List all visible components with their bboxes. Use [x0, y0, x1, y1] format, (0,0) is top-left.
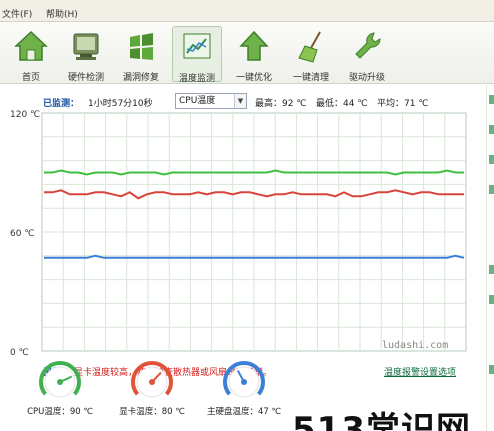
side-panel-edge: [486, 85, 494, 431]
toolbar-home-button[interactable]: 首页: [6, 26, 56, 83]
side-mark: [489, 365, 494, 374]
toolbar-home-label: 首页: [21, 73, 40, 83]
toolbar-temperature-label: 温度监测: [178, 74, 215, 84]
side-mark: [489, 295, 494, 304]
gauge-hub: [57, 379, 63, 385]
menu-help[interactable]: 帮助(H): [46, 7, 78, 20]
gpu-gauge-label: 显卡温度：80 ℃: [119, 407, 185, 417]
side-mark: [489, 95, 494, 104]
gpu-gauge: 显卡温度：80 ℃: [112, 357, 192, 417]
monitor-status-row: 已监测： 1小时57分10秒 CPU温度 ▼ 最高：92 ℃ 最低：44 ℃ 平…: [0, 85, 484, 109]
side-mark: [489, 155, 494, 164]
disk-gauge: 主硬盘温度：47 ℃: [204, 357, 284, 417]
watermark-site: ludashi.com: [382, 340, 449, 351]
windows-flag-icon: [130, 33, 153, 60]
side-mark: [489, 125, 494, 134]
alarm-settings-link[interactable]: 温度报警设置选项: [384, 365, 456, 378]
y-tick-label: 60 ℃: [10, 229, 34, 239]
main-toolbar: 首页 硬件检测 漏洞修复 温度监测 一键优化 一键清理 驱动升级: [0, 22, 494, 84]
toolbar-clean-button[interactable]: 一键清理: [286, 26, 336, 83]
watermark-brand: 513常识网: [292, 410, 471, 431]
home-icon: [14, 30, 48, 61]
hardware-icon: [73, 33, 99, 60]
cpu-gauge-dial: [39, 361, 81, 398]
gauge-hub: [149, 379, 155, 385]
cpu-gauge-label: CPU温度：90 ℃: [27, 407, 93, 417]
toolbar-patch-button[interactable]: 漏洞修复: [116, 26, 166, 83]
y-tick-label: 0 ℃: [10, 348, 29, 357]
toolbar-driver-button[interactable]: 驱动升级: [342, 26, 392, 83]
menu-bar: 文件(F) 帮助(H): [0, 0, 494, 22]
toolbar-temperature-button[interactable]: 温度监测: [172, 26, 222, 84]
disk-gauge-dial: [223, 361, 265, 398]
toolbar-optimize-label: 一键优化: [235, 73, 272, 83]
toolbar-optimize-button[interactable]: 一键优化: [229, 26, 279, 83]
gpu-gauge-dial: [131, 361, 173, 398]
wrench-icon: [355, 32, 381, 59]
toolbar-hardware-label: 硬件检测: [67, 73, 104, 83]
up-arrow-icon: [239, 30, 269, 61]
disk-gauge-label: 主硬盘温度：47 ℃: [206, 407, 282, 417]
broom-icon: [298, 31, 321, 63]
cpu-gauge: CPU温度：90 ℃: [20, 357, 100, 417]
menu-file[interactable]: 文件(F): [2, 7, 32, 20]
gauge-hub: [241, 379, 247, 385]
toolbar-driver-label: 驱动升级: [348, 73, 385, 83]
toolbar-hardware-button[interactable]: 硬件检测: [61, 26, 111, 83]
side-mark: [489, 265, 494, 274]
temperature-chart: 120 ℃ 60 ℃ 0 ℃: [10, 110, 467, 357]
toolbar-patch-label: 漏洞修复: [122, 73, 159, 83]
y-tick-label: 120 ℃: [10, 110, 40, 120]
temperature-monitor-panel: 已监测： 1小时57分10秒 CPU温度 ▼ 最高：92 ℃ 最低：44 ℃ 平…: [0, 85, 484, 431]
chart-monitor-icon: [183, 33, 211, 59]
toolbar-clean-label: 一键清理: [292, 73, 329, 83]
side-mark: [489, 185, 494, 194]
